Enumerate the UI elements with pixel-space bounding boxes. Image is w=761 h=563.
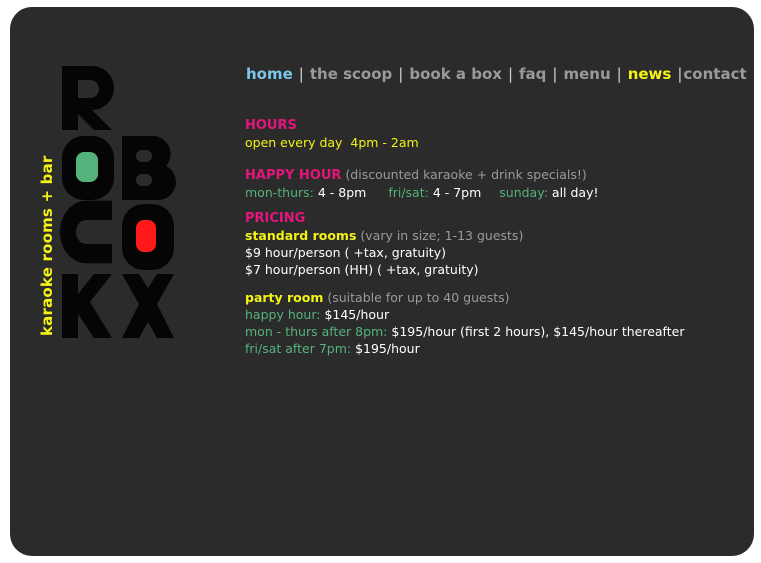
tagline: karaoke rooms + bar (38, 155, 56, 336)
standard-rooms-heading: standard rooms (vary in size; 1-13 guest… (245, 227, 745, 244)
logo-letter-k (62, 274, 112, 338)
hours-text: open every day 4pm - 2am (245, 135, 419, 150)
logo-letter-x (122, 274, 174, 338)
party-price-value: $145/hour (324, 307, 390, 322)
logo-letter-c (60, 200, 112, 264)
party-price-label: mon - thurs after 8pm: (245, 324, 388, 339)
hh-time: 4 - 7pm (432, 185, 482, 200)
nav-book-a-box[interactable]: book a box (409, 65, 502, 83)
standard-rooms-label: standard rooms (245, 228, 357, 243)
hh-time: 4 - 8pm (317, 185, 367, 200)
nav-home[interactable]: home (246, 65, 293, 83)
party-price-label: fri/sat after 7pm: (245, 341, 352, 356)
party-price-line: happy hour: $145/hour (245, 306, 745, 323)
nav-separator: | (398, 65, 404, 83)
main-nav: home | the scoop | book a box | faq | menu | news |… (246, 65, 747, 83)
party-room-label: party room (245, 290, 324, 305)
party-price-value: $195/hour (first 2 hours), $145/hour the… (391, 324, 685, 339)
party-price-line: mon - thurs after 8pm: $195/hour (first … (245, 323, 745, 340)
logo-letter-o-red (122, 204, 174, 270)
nav-separator: | (507, 65, 514, 83)
standard-price-line: $7 hour/person (HH) ( +tax, gratuity) (245, 262, 479, 277)
robocokx-logo[interactable] (60, 64, 176, 340)
nav-separator: | (552, 65, 558, 83)
party-price-value: $195/hour (355, 341, 420, 356)
hh-day: sunday: (499, 185, 548, 200)
party-price-line: fri/sat after 7pm: $195/hour (245, 340, 745, 357)
happy-hour-subtitle: (discounted karaoke + drink specials!) (345, 167, 587, 182)
hh-day: mon-thurs: (245, 185, 314, 200)
nav-news[interactable]: news (628, 65, 672, 83)
standard-rooms-note: (vary in size; 1-13 guests) (360, 228, 524, 243)
nav-menu[interactable]: menu (563, 65, 610, 83)
nav-faq[interactable]: faq (519, 65, 546, 83)
hh-day: fri/sat: (388, 185, 429, 200)
party-price-label: happy hour: (245, 307, 321, 322)
nav-separator: | (298, 65, 304, 83)
pricing-title: PRICING (245, 211, 306, 226)
happy-hour-title: HAPPY HOUR (245, 168, 342, 183)
happy-hour-heading: HAPPY HOUR (discounted karaoke + drink s… (245, 166, 745, 184)
logo-letter-b (122, 135, 176, 201)
nav-contact[interactable]: contact (683, 65, 746, 83)
hours-title: HOURS (245, 118, 297, 133)
nav-separator: | (616, 65, 622, 83)
main-content: HOURS open every day 4pm - 2am HAPPY HOU… (245, 117, 745, 357)
logo-letter-r (62, 66, 114, 130)
logo-letter-o-green (62, 136, 114, 200)
happy-hour-schedule: mon-thurs: 4 - 8pm fri/sat: 4 - 7pm sund… (245, 184, 745, 201)
hh-time: all day! (551, 185, 599, 200)
nav-the-scoop[interactable]: the scoop (310, 65, 392, 83)
party-room-heading: party room (suitable for up to 40 guests… (245, 289, 745, 306)
standard-price-line: $9 hour/person ( +tax, gratuity) (245, 245, 446, 260)
party-room-note: (suitable for up to 40 guests) (327, 290, 510, 305)
nav-separator: | (677, 65, 683, 83)
